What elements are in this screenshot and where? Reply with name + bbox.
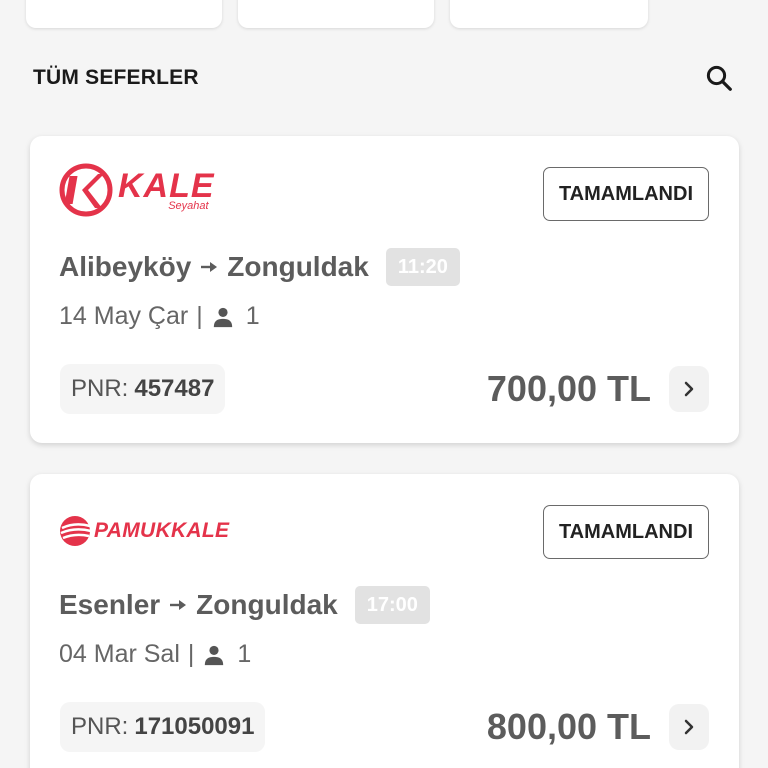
search-button[interactable] [703, 62, 735, 94]
divider: | [196, 302, 203, 330]
origin-city: Esenler [59, 589, 161, 620]
operator-logo: KALE Seyahat [58, 162, 215, 218]
pnr-box: PNR: 457487 [60, 364, 226, 414]
details-button[interactable] [669, 704, 709, 750]
pnr-box: PNR: 171050091 [60, 702, 266, 752]
trip-meta: 04 Mar Sal | 1 [59, 640, 251, 669]
trip-date: 14 May Çar [59, 302, 189, 330]
trip-route: Esenler Zonguldak 17:00 [59, 586, 430, 624]
departure-time: 11:20 [385, 248, 460, 286]
details-button[interactable] [669, 366, 709, 412]
passenger-count: 1 [245, 302, 260, 330]
filter-chip[interactable] [26, 0, 222, 28]
section-title: TÜM SEFERLER [33, 66, 199, 89]
operator-subtitle: Seyahat [168, 199, 209, 212]
pnr-value: 171050091 [134, 713, 255, 740]
passenger-count: 1 [237, 640, 252, 668]
arrow-right-icon [170, 600, 187, 610]
trip-date: 04 Mar Sal [59, 640, 180, 668]
trip-card[interactable]: KALE Seyahat TAMAMLANDI Alibeyköy Zongul… [30, 136, 739, 443]
kale-logo-icon [59, 163, 113, 217]
filter-chip-row [26, 0, 648, 28]
pnr-label: PNR: [71, 713, 129, 740]
trip-price: 700,00 TL [486, 368, 651, 409]
filter-chip[interactable] [450, 0, 648, 28]
destination-city: Zonguldak [227, 251, 369, 282]
search-icon [706, 65, 732, 91]
departure-time: 17:00 [354, 586, 430, 624]
chevron-right-icon [684, 381, 694, 397]
status-badge: TAMAMLANDI [542, 167, 709, 221]
origin-city: Alibeyköy [59, 251, 192, 282]
trip-card[interactable]: PAMUKKALE TAMAMLANDI Esenler Zonguldak 1… [30, 474, 739, 768]
section-header: TÜM SEFERLER [33, 62, 735, 94]
person-icon [205, 645, 224, 665]
operator-name: KALE [118, 166, 215, 205]
person-icon [213, 307, 232, 327]
trip-meta: 14 May Çar | 1 [59, 302, 260, 331]
operator-logo: PAMUKKALE [58, 514, 229, 548]
chevron-right-icon [684, 719, 694, 735]
pnr-label: PNR: [71, 375, 129, 402]
pnr-value: 457487 [134, 375, 215, 402]
arrow-right-icon [201, 262, 218, 272]
filter-chip[interactable] [238, 0, 434, 28]
status-badge: TAMAMLANDI [542, 505, 709, 559]
divider: | [187, 640, 195, 668]
pamukkale-logo-icon [60, 516, 92, 546]
trip-price: 800,00 TL [486, 706, 651, 747]
trip-route: Alibeyköy Zonguldak 11:20 [59, 248, 460, 286]
operator-name: PAMUKKALE [94, 519, 230, 542]
destination-city: Zonguldak [196, 589, 338, 620]
